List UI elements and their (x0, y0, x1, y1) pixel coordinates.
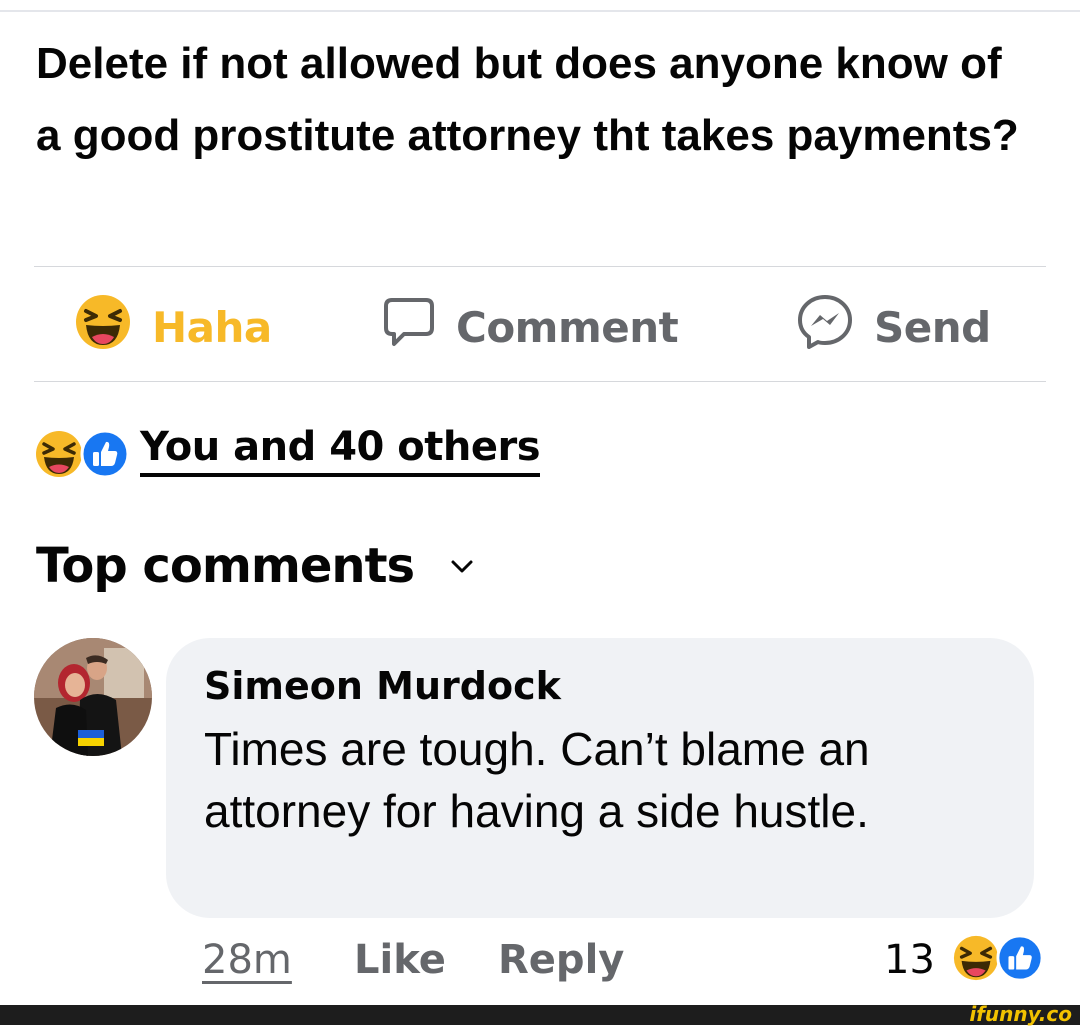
comment-timestamp[interactable]: 28m (202, 932, 292, 988)
comment-label: Comment (456, 302, 679, 352)
comment-button[interactable]: Comment (382, 292, 679, 362)
comment-reaction-count[interactable]: 13 (884, 932, 935, 988)
top-comments-sort[interactable]: Top comments (36, 538, 474, 594)
haha-icon (952, 934, 1000, 987)
like-icon (80, 429, 130, 484)
watermark: ifunny.co (969, 1002, 1072, 1026)
avatar[interactable] (34, 638, 152, 756)
haha-icon (74, 293, 132, 361)
divider (34, 381, 1046, 382)
comment-author[interactable]: Simeon Murdock (204, 664, 561, 708)
send-label: Send (874, 302, 991, 352)
comment-reply-button[interactable]: Reply (498, 932, 624, 988)
post-text: Delete if not allowed but does anyone kn… (36, 39, 1019, 160)
reaction-summary-text: You and 40 others (140, 423, 541, 477)
reaction-icons (34, 426, 130, 479)
comment-bubble-icon (382, 294, 436, 360)
haha-label: Haha (152, 302, 272, 352)
comment-text: Times are tough. Can’t blame an attorney… (204, 723, 870, 837)
haha-icon (34, 429, 84, 484)
comment-like-button[interactable]: Like (354, 932, 446, 988)
top-divider (0, 10, 1080, 12)
haha-button[interactable]: Haha (74, 292, 272, 362)
chevron-down-icon (450, 559, 474, 580)
divider (34, 266, 1046, 267)
like-icon (996, 934, 1044, 987)
top-comments-title: Top comments (36, 538, 415, 594)
reaction-summary[interactable]: You and 40 others (34, 420, 541, 480)
comment-reaction-icons[interactable] (952, 932, 1052, 984)
watermark-bar: ifunny.co (0, 1002, 1080, 1026)
send-button[interactable]: Send (796, 292, 991, 362)
messenger-icon (796, 293, 854, 361)
comment-bubble: Simeon Murdock Times are tough. Can’t bl… (166, 638, 1034, 918)
